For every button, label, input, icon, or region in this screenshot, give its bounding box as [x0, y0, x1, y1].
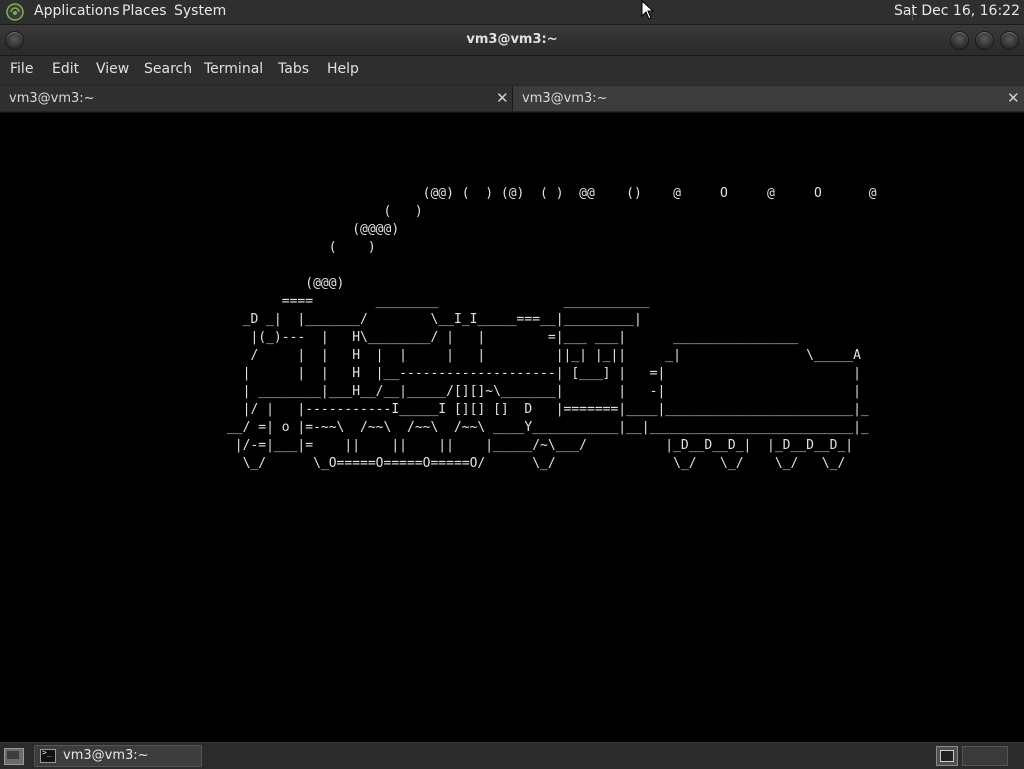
menu-terminal[interactable]: Terminal: [204, 61, 263, 77]
terminal-icon: [40, 748, 56, 763]
menubar: File Edit View Search Terminal Tabs Help: [0, 56, 1024, 85]
clock[interactable]: Sat Dec 16, 16:22: [894, 3, 1020, 19]
menu-search[interactable]: Search: [144, 61, 192, 77]
workspace-switcher-icon[interactable]: [936, 746, 958, 766]
minimize-icon[interactable]: [950, 31, 969, 50]
tab-label: vm3@vm3:~: [522, 91, 608, 106]
window-title: vm3@vm3:~: [466, 32, 558, 47]
tab-label: vm3@vm3:~: [9, 91, 95, 106]
window-titlebar[interactable]: vm3@vm3:~: [0, 25, 1024, 56]
bottom-panel: vm3@vm3:~: [0, 742, 1024, 769]
terminal-output-sl-train: (@@) ( ) (@) ( ) @@ () @ O @ O @ ( ) (@@…: [226, 186, 877, 471]
tab-close-icon[interactable]: ✕: [1007, 89, 1020, 107]
workspace-2[interactable]: [962, 746, 1008, 766]
tab-bar: vm3@vm3:~ ✕ vm3@vm3:~ ✕: [0, 85, 1024, 113]
terminal-area[interactable]: (@@) ( ) (@) ( ) @@ () @ O @ O @ ( ) (@@…: [0, 113, 1024, 741]
mouse-pointer-icon: [641, 0, 655, 20]
taskbar-window-label: vm3@vm3:~: [63, 748, 149, 763]
menu-view[interactable]: View: [96, 61, 129, 77]
tab-terminal-1[interactable]: vm3@vm3:~ ✕: [0, 86, 513, 111]
menu-file[interactable]: File: [10, 61, 33, 77]
taskbar-window-button[interactable]: vm3@vm3:~: [34, 745, 202, 767]
applications-menu[interactable]: Applications: [34, 3, 120, 19]
tab-terminal-2[interactable]: vm3@vm3:~ ✕: [513, 86, 1024, 111]
maximize-icon[interactable]: [975, 31, 994, 50]
menu-edit[interactable]: Edit: [52, 61, 79, 77]
show-desktop-icon[interactable]: [4, 748, 24, 765]
app-logo-icon[interactable]: [6, 3, 24, 21]
top-panel: Applications Places System Sat Dec 16, 1…: [0, 0, 1024, 25]
tab-close-icon[interactable]: ✕: [496, 89, 509, 107]
system-menu[interactable]: System: [174, 3, 226, 19]
menu-help[interactable]: Help: [327, 61, 359, 77]
places-menu[interactable]: Places: [122, 3, 167, 19]
menu-tabs[interactable]: Tabs: [278, 61, 309, 77]
close-icon[interactable]: [1000, 31, 1019, 50]
